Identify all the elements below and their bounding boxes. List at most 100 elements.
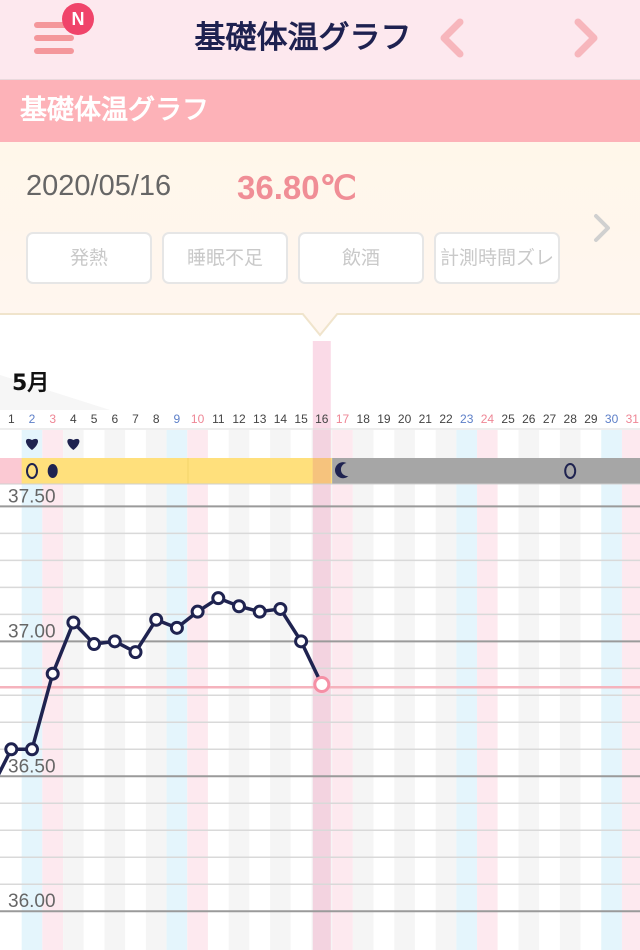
detail-next-button[interactable] [588,208,616,248]
day-column [456,430,478,950]
day-label: 7 [132,412,139,426]
top-navigation-bar: N 基礎体温グラフ [0,0,640,80]
day-column [539,430,560,950]
day-column [42,430,64,950]
tag-drinking-button[interactable]: 飲酒 [298,232,424,284]
day-column [621,430,640,950]
day-label: 10 [191,412,205,426]
day-label: 1 [8,412,15,426]
day-label: 8 [153,412,160,426]
selected-day-column [312,341,331,950]
day-label: 30 [605,412,619,426]
day-column [21,430,43,950]
day-label: 17 [336,412,350,426]
day-label: 29 [584,412,598,426]
data-point [252,604,267,619]
notification-badge[interactable]: N [62,3,94,35]
day-column [435,430,457,950]
day-column [63,430,84,950]
day-label: 21 [419,412,433,426]
y-tick-label: 36.50 [8,756,56,777]
data-point [128,645,143,660]
day-label: 22 [439,412,453,426]
day-label: 19 [377,412,391,426]
tag-fever-button[interactable]: 発熱 [26,232,152,284]
day-column [414,430,436,950]
day-column [518,430,540,950]
chevron-right-icon [594,214,610,242]
section-title: 基礎体温グラフ [20,95,209,126]
day-column [352,430,374,950]
selected-day-band [312,458,331,484]
day-column [559,430,581,950]
next-button[interactable] [566,16,606,60]
data-point [169,620,184,635]
day-column [497,430,519,950]
day-label: 24 [481,412,495,426]
day-column [125,430,146,950]
day-label: 15 [294,412,308,426]
day-label: 25 [501,412,515,426]
day-label: 20 [398,412,412,426]
chevron-left-icon [440,18,464,58]
bbt-chart-screen: N 基礎体温グラフ 基礎体温グラフ 2020/05/16 36.80℃ 発熱 睡… [0,0,640,950]
day-column [580,430,602,950]
day-label: 26 [522,412,536,426]
day-column [104,430,126,950]
month-label: 5月 [12,371,49,396]
temperature-chart[interactable]: 5月1 2 3 4 5 6 7 8 9 10 11 12 13 14 15 16 17 18 19 20 21 22 23 2… [0,315,640,950]
tag-lack-of-sleep-button[interactable]: 睡眠不足 [162,232,288,284]
phase-band [332,458,640,484]
section-header: 基礎体温グラフ [0,80,640,142]
day-column [83,430,105,950]
day-label: 16 [315,412,329,426]
day-column [207,430,229,950]
data-point [190,604,205,619]
day-column [394,430,415,950]
day-column [601,430,622,950]
data-point [4,742,19,757]
y-tick-label: 36.00 [8,891,56,912]
data-point [211,591,226,606]
day-column [187,430,208,950]
tag-time-shift-button[interactable]: 計測時間ズレ [434,232,560,284]
data-point [66,615,81,630]
day-column [145,430,167,950]
day-label: 12 [232,412,246,426]
day-column [270,430,291,950]
selected-date: 2020/05/16 [26,170,172,202]
day-column [228,430,250,950]
data-point [87,637,102,652]
previous-button[interactable] [432,16,472,60]
day-label: 11 [212,412,225,426]
data-point [107,634,122,649]
ovulation-marker-icon [47,464,58,478]
chevron-right-icon [574,18,598,58]
data-point [273,601,288,616]
page-title: 基礎体温グラフ [194,20,412,56]
day-label: 2 [29,412,36,426]
day-label: 27 [543,412,557,426]
data-point [45,666,60,681]
y-tick-label: 37.00 [8,621,56,642]
day-column [166,430,188,950]
y-tick-label: 37.50 [8,486,56,507]
selected-data-point [313,676,331,694]
selected-temperature: 36.80℃ [237,169,357,206]
period-band [0,458,22,484]
day-label: 4 [70,412,77,426]
day-label: 31 [626,412,640,426]
data-point [149,612,164,627]
day-column [477,430,498,950]
day-label: 23 [460,412,474,426]
day-column [373,430,395,950]
day-column [249,430,271,950]
day-column [0,430,22,950]
data-point [294,634,309,649]
data-point [25,742,39,757]
day-column [290,430,312,950]
day-label: 14 [274,412,288,426]
day-label: 3 [49,412,56,426]
day-label: 6 [111,412,118,426]
data-point [232,599,246,614]
